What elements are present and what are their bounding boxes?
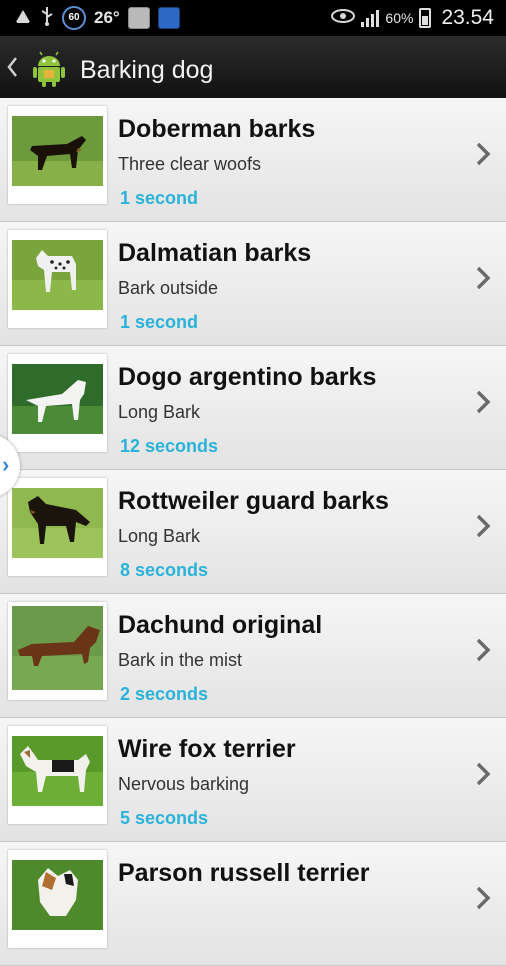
clock: 23.54: [441, 6, 494, 29]
chevron-right-icon: [472, 388, 496, 416]
item-subtitle: Bark outside: [118, 278, 219, 298]
status-bar-left: 60 26°: [14, 0, 180, 36]
page-title: Barking dog: [80, 56, 214, 84]
dalmatian-thumbnail: [8, 230, 107, 328]
item-subtitle: Nervous barking: [118, 774, 250, 794]
item-subtitle: Bark in the mist: [118, 650, 243, 670]
item-duration: 1 second: [120, 312, 199, 332]
item-title: Dachund original: [118, 611, 323, 639]
chevron-right-icon: [472, 140, 496, 168]
usb-icon: [40, 6, 54, 30]
android-debug-icon: [14, 8, 32, 28]
eye-icon: [331, 9, 356, 27]
battery-icon: [419, 8, 432, 28]
item-title: Dalmatian barks: [118, 239, 312, 267]
list-item[interactable]: Wire fox terrier Nervous barking 5 secon…: [0, 718, 506, 842]
wire-fox-terrier-thumbnail: [8, 726, 107, 824]
chevron-right-icon: ›: [2, 452, 10, 477]
chevron-right-icon: [472, 636, 496, 664]
list-item[interactable]: Dachund original Bark in the mist 2 seco…: [0, 594, 506, 718]
android-icon[interactable]: [30, 50, 68, 88]
dogo-argentino-thumbnail: [8, 354, 107, 452]
signal-icon: [361, 9, 380, 27]
item-duration: 2 seconds: [120, 684, 209, 704]
chevron-right-icon: [472, 512, 496, 540]
list-item[interactable]: Doberman barks Three clear woofs 1 secon…: [0, 98, 506, 222]
list-item[interactable]: Rottweiler guard barks Long Bark 8 secon…: [0, 470, 506, 594]
status-bar-right: 60% 23.54: [331, 0, 494, 36]
chevron-right-icon: [472, 760, 496, 788]
ring-60-icon: 60: [62, 6, 86, 30]
list-item[interactable]: Dogo argentino barks Long Bark 12 second…: [0, 346, 506, 470]
item-title: Doberman barks: [118, 115, 316, 143]
item-subtitle: Long Bark: [118, 402, 201, 422]
item-duration: 12 seconds: [120, 436, 219, 456]
item-title: Rottweiler guard barks: [118, 487, 389, 515]
chevron-left-icon[interactable]: [6, 56, 18, 84]
status-bar: 60 26° 60% 23.54: [0, 0, 506, 36]
chevron-right-icon: [472, 264, 496, 292]
item-subtitle: Three clear woofs: [118, 154, 262, 174]
item-duration: 1 second: [120, 188, 199, 208]
doberman-thumbnail: [8, 106, 107, 204]
item-title: Parson russell terrier: [118, 859, 370, 887]
list-item[interactable]: Parson russell terrier: [0, 842, 506, 966]
gift-app-icon: [157, 7, 180, 29]
battery-percent: 60%: [385, 10, 414, 26]
settings-app-icon: [127, 7, 150, 29]
item-subtitle: Long Bark: [118, 526, 201, 546]
item-duration: 8 seconds: [120, 560, 209, 580]
item-title: Wire fox terrier: [118, 735, 296, 763]
temperature-text: 26°: [94, 8, 120, 27]
dachshund-thumbnail: [8, 602, 107, 700]
chevron-right-icon: [472, 884, 496, 912]
parson-russell-terrier-thumbnail: [8, 850, 107, 948]
action-bar: Barking dog: [0, 36, 506, 105]
rottweiler-thumbnail: [8, 478, 107, 576]
list-item[interactable]: Dalmatian barks Bark outside 1 second: [0, 222, 506, 346]
item-duration: 5 seconds: [120, 808, 209, 828]
item-title: Dogo argentino barks: [118, 363, 377, 391]
